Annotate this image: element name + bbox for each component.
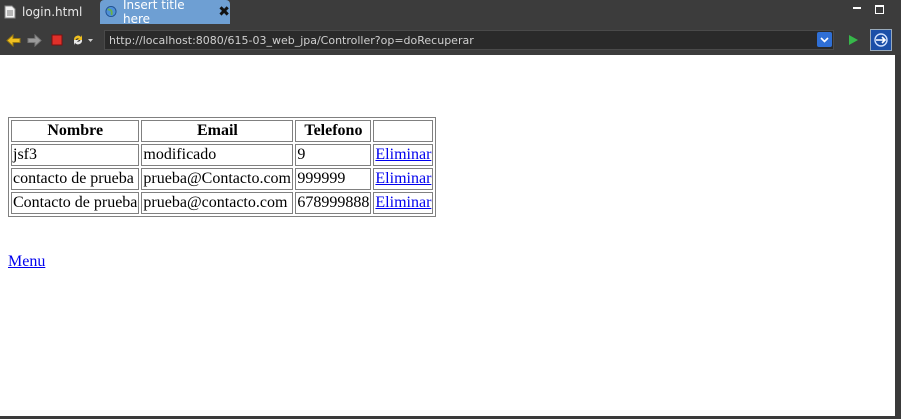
cell-action: Eliminar	[373, 168, 434, 190]
cell-email: modificado	[141, 144, 294, 166]
contacts-table: Nombre Email Telefono jsf3 modificado 9 …	[8, 117, 437, 217]
table-header-row: Nombre Email Telefono	[11, 120, 434, 142]
back-arrow-icon[interactable]	[5, 32, 21, 48]
eliminar-link[interactable]: Eliminar	[375, 170, 431, 187]
cell-nombre: contacto de prueba	[11, 168, 140, 190]
url-field[interactable]	[104, 30, 834, 50]
cell-email: prueba@contacto.com	[141, 192, 294, 214]
globe-icon	[105, 5, 117, 19]
cell-telefono: 999999	[295, 168, 372, 190]
column-header-email: Email	[141, 120, 294, 142]
window-frame-right	[895, 55, 901, 419]
column-header-telefono: Telefono	[295, 120, 372, 142]
cell-action: Eliminar	[373, 144, 434, 166]
cell-telefono: 678999888	[295, 192, 372, 214]
maximize-icon[interactable]	[875, 5, 884, 14]
close-icon[interactable]: ✖	[218, 4, 230, 20]
forward-arrow-icon[interactable]	[26, 32, 42, 48]
cell-email: prueba@Contacto.com	[141, 168, 294, 190]
cell-nombre: Contacto de prueba	[11, 192, 140, 214]
external-browser-icon[interactable]	[870, 29, 892, 51]
minimize-icon[interactable]	[853, 7, 861, 9]
tab-label: login.html	[22, 5, 83, 19]
table-row: jsf3 modificado 9 Eliminar	[11, 144, 434, 166]
cell-telefono: 9	[295, 144, 372, 166]
table-row: contacto de prueba prueba@Contacto.com 9…	[11, 168, 434, 190]
document-icon	[4, 5, 16, 19]
tab-label: Insert title here	[123, 0, 185, 26]
stop-icon[interactable]	[49, 32, 65, 48]
column-header-actions	[373, 120, 434, 142]
eliminar-link[interactable]: Eliminar	[375, 194, 431, 211]
cell-action: Eliminar	[373, 192, 434, 214]
go-icon[interactable]	[845, 32, 861, 48]
refresh-icon[interactable]	[70, 32, 94, 48]
tab-strip: login.html Insert title here ✖	[0, 0, 901, 26]
cell-nombre: jsf3	[11, 144, 140, 166]
column-header-nombre: Nombre	[11, 120, 140, 142]
page-viewport: Nombre Email Telefono jsf3 modificado 9 …	[0, 55, 895, 416]
chevron-down-icon[interactable]	[817, 32, 832, 47]
table-row: Contacto de prueba prueba@contacto.com 6…	[11, 192, 434, 214]
eliminar-link[interactable]: Eliminar	[375, 146, 431, 163]
tab-login[interactable]: login.html	[0, 0, 98, 24]
browser-toolbar	[0, 24, 901, 55]
tab-insert-title[interactable]: Insert title here ✖	[100, 0, 230, 26]
menu-link[interactable]: Menu	[8, 253, 45, 271]
